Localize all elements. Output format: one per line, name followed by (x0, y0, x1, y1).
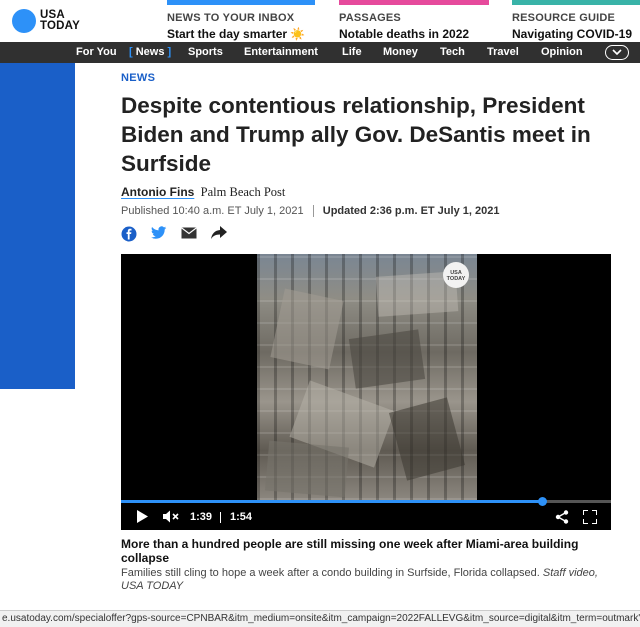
nav-item-entertainment[interactable]: Entertainment (244, 42, 318, 63)
share-bar (121, 226, 227, 242)
share-arrow-icon[interactable] (211, 226, 227, 240)
nav-item-travel[interactable]: Travel (487, 42, 519, 63)
main-nav: For You [ News ] Sports Entertainment Li… (0, 42, 640, 63)
promo-resource-guide[interactable]: RESOURCE GUIDE Navigating COVID-19 (512, 0, 640, 42)
video-frame-image (257, 254, 477, 500)
video-caption-text: Families still cling to hope a week afte… (121, 567, 540, 579)
side-ad-banner[interactable] (0, 63, 75, 389)
video-progress-bar[interactable] (121, 497, 611, 506)
video-player[interactable]: USA TODAY 1:39 1:54 (121, 254, 611, 530)
video-progress-fill (121, 500, 543, 503)
promo-kicker: PASSAGES (339, 12, 401, 24)
logo-dot-icon (12, 9, 36, 33)
author-link[interactable]: Antonio Fins (121, 185, 194, 199)
chevron-down-icon (612, 49, 622, 55)
nav-expand-button[interactable] (605, 45, 629, 60)
promo-headline: Notable deaths in 2022 (339, 27, 470, 41)
video-caption: Families still cling to hope a week afte… (121, 567, 611, 593)
promo-kicker: NEWS TO YOUR INBOX (167, 12, 295, 24)
fullscreen-icon[interactable] (582, 509, 598, 529)
nav-item-sports[interactable]: Sports (188, 42, 223, 63)
current-time: 1:39 (190, 511, 213, 523)
video-caption-title: More than a hundred people are still mis… (121, 537, 579, 565)
nav-item-tech[interactable]: Tech (440, 42, 465, 63)
status-bar-url: e.usatoday.com/specialoffer?gps-source=C… (0, 610, 640, 627)
published-date: Published 10:40 a.m. ET July 1, 2021 (121, 205, 304, 217)
play-icon[interactable] (137, 510, 148, 528)
outlet-name: Palm Beach Post (200, 185, 286, 199)
duration: 1:54 (230, 511, 253, 523)
promo-headline: Start the day smarter ☀️ (167, 27, 306, 41)
section-label[interactable]: NEWS (121, 72, 155, 84)
updated-date: Updated 2:36 p.m. ET July 1, 2021 (322, 205, 500, 217)
facebook-icon[interactable] (121, 226, 137, 242)
twitter-icon[interactable] (151, 226, 167, 240)
video-scrub-handle[interactable] (538, 497, 548, 506)
nav-item-money[interactable]: Money (383, 42, 418, 63)
logo-line2: TODAY (40, 20, 80, 32)
time-divider (220, 512, 221, 523)
top-promo-bar: USA TODAY NEWS TO YOUR INBOX Start the d… (0, 0, 640, 42)
mute-icon[interactable] (163, 510, 179, 528)
video-controls: 1:39 1:54 (121, 506, 611, 530)
nav-item-opinion[interactable]: Opinion (541, 42, 583, 63)
promo-headline: Navigating COVID-19 (512, 27, 633, 41)
date-divider (312, 205, 314, 218)
page-title: Despite contentious relationship, Presid… (121, 93, 591, 176)
usa-today-logo[interactable]: USA TODAY (12, 9, 80, 33)
nav-item-life[interactable]: Life (342, 42, 362, 63)
nav-item-for-you[interactable]: For You (76, 42, 117, 63)
promo-kicker: RESOURCE GUIDE (512, 12, 616, 24)
byline: Antonio Fins Palm Beach Post (121, 185, 285, 200)
nav-item-news[interactable]: [ News ] (129, 42, 171, 63)
share-icon[interactable] (555, 510, 569, 529)
usa-today-badge: USA TODAY (443, 262, 469, 288)
promo-newsletter[interactable]: NEWS TO YOUR INBOX Start the day smarter… (167, 0, 315, 42)
promo-passages[interactable]: PASSAGES Notable deaths in 2022 (339, 0, 489, 42)
article-dates: Published 10:40 a.m. ET July 1, 2021 Upd… (121, 205, 500, 218)
email-icon[interactable] (181, 226, 197, 240)
